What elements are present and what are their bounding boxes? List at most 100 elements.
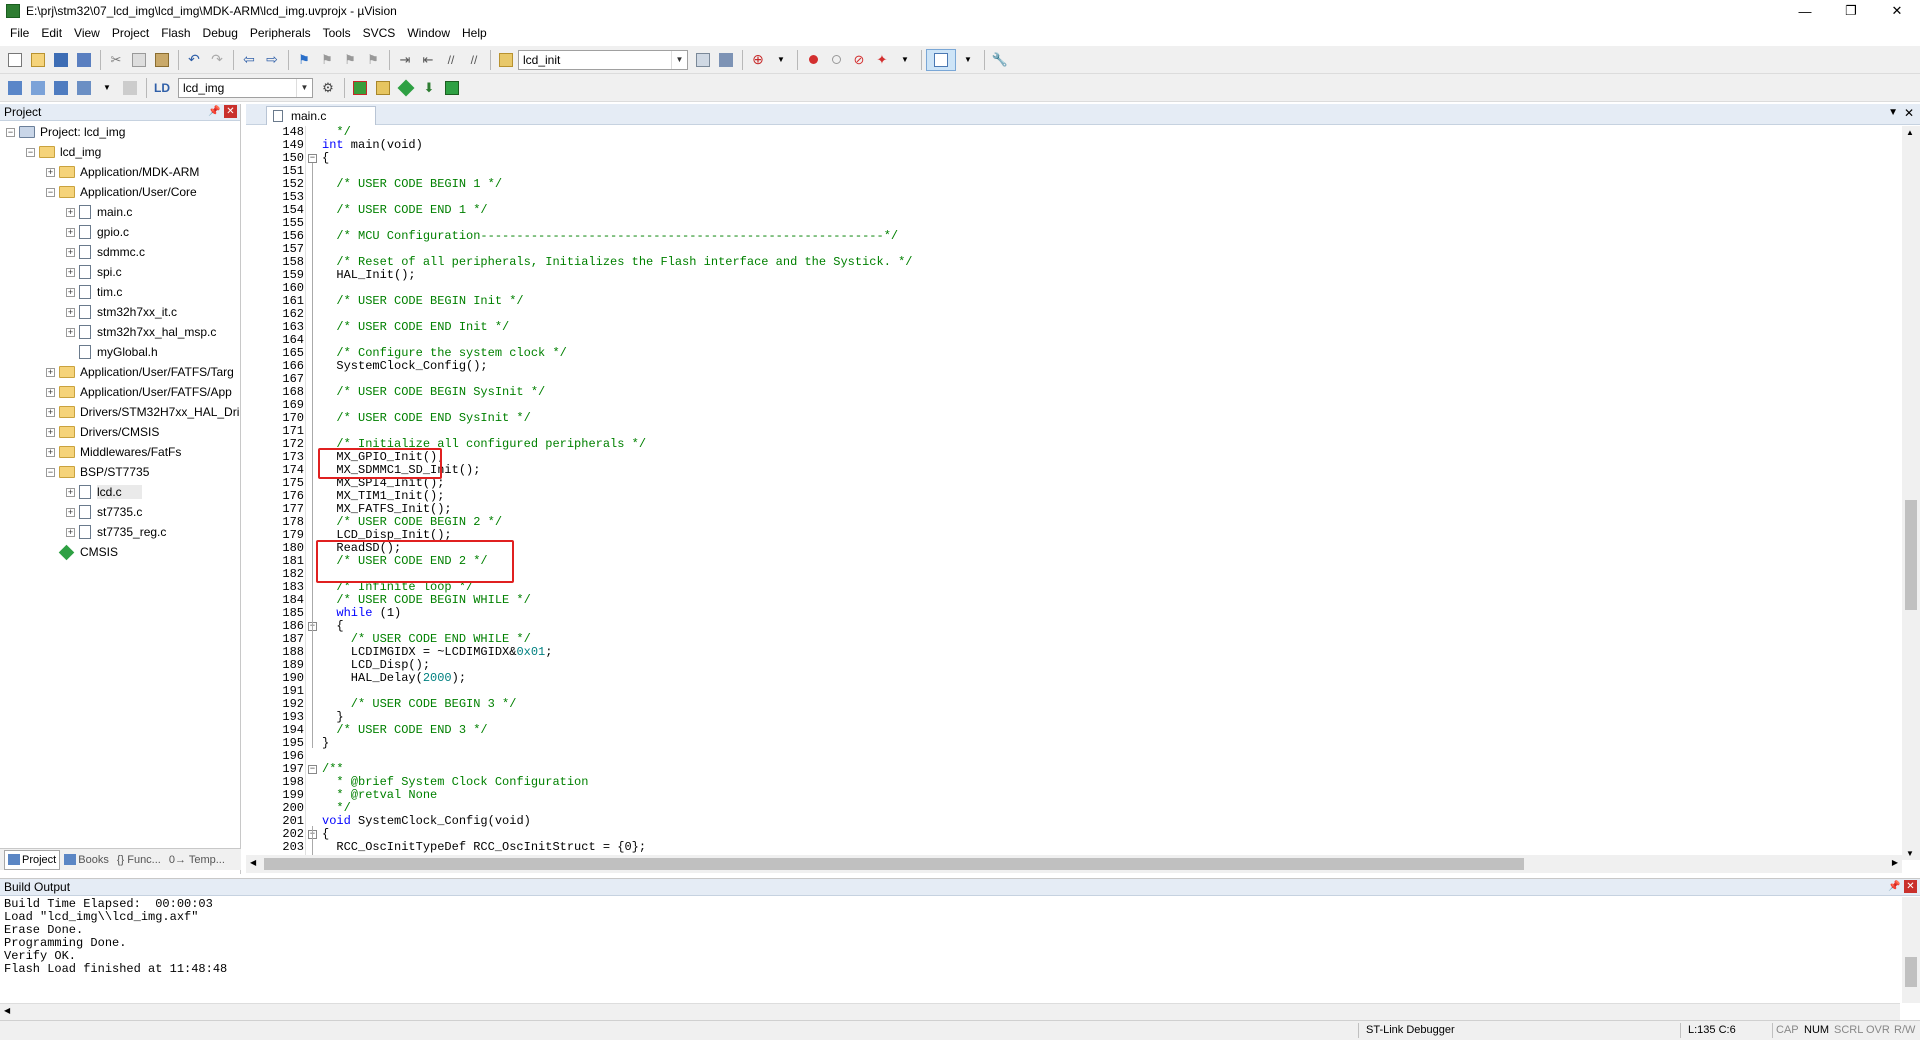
pin-icon[interactable]: 📌	[208, 105, 220, 118]
tree-item[interactable]: − lcd_img	[26, 142, 121, 162]
tree-item[interactable]: − BSP/ST7735	[46, 462, 169, 482]
tree-item[interactable]: + stm32h7xx_hal_msp.c	[66, 322, 236, 342]
pack-installer-icon[interactable]: ⬇	[418, 77, 440, 99]
stop-build-icon[interactable]	[119, 77, 141, 99]
incremental-find-icon[interactable]	[715, 49, 737, 71]
tab-project[interactable]: Project	[4, 849, 61, 870]
fold-toggle-icon[interactable]: −	[308, 765, 317, 774]
expand-icon[interactable]: +	[66, 227, 75, 237]
chevron-down-icon[interactable]: ▼	[671, 50, 687, 69]
fold-toggle-icon[interactable]: −	[308, 154, 317, 163]
tree-item[interactable]: + main.c	[66, 202, 152, 222]
collapse-icon[interactable]: −	[46, 187, 55, 197]
scrollbar-thumb[interactable]	[1905, 957, 1917, 987]
disable-breakpoints-icon[interactable]: ⊘	[848, 49, 870, 71]
expand-icon[interactable]: +	[66, 507, 75, 517]
menu-tools[interactable]: Tools	[317, 22, 357, 44]
cut-icon[interactable]: ✂	[105, 49, 127, 71]
expand-icon[interactable]: +	[46, 167, 55, 177]
expand-icon[interactable]: +	[66, 487, 75, 497]
horizontal-scrollbar[interactable]: ◀ ▶	[246, 855, 1902, 873]
tab-functions[interactable]: {} Func...	[113, 850, 165, 870]
download-icon[interactable]: LD	[151, 77, 173, 99]
find-icon[interactable]	[692, 49, 714, 71]
expand-icon[interactable]: +	[66, 307, 75, 317]
comment-icon[interactable]: //	[440, 49, 462, 71]
open-file-icon[interactable]	[27, 49, 49, 71]
collapse-icon[interactable]: −	[26, 147, 35, 157]
navigate-back-icon[interactable]: ⇦	[238, 49, 260, 71]
expand-icon[interactable]: +	[66, 267, 75, 277]
uncomment-icon[interactable]: //	[463, 49, 485, 71]
build-icon[interactable]	[27, 77, 49, 99]
menu-file[interactable]: File	[4, 22, 35, 44]
undo-icon[interactable]: ↶	[183, 49, 205, 71]
paste-icon[interactable]	[151, 49, 173, 71]
scrollbar-thumb[interactable]	[264, 858, 1524, 870]
tree-item[interactable]: + stm32h7xx_it.c	[66, 302, 197, 322]
menu-help[interactable]: Help	[456, 22, 493, 44]
navigate-forward-icon[interactable]: ⇨	[261, 49, 283, 71]
expand-icon[interactable]: +	[66, 287, 75, 297]
tree-item[interactable]: myGlobal.h	[66, 342, 178, 362]
horizontal-scrollbar[interactable]: ◀	[0, 1003, 1900, 1020]
scroll-left-icon[interactable]: ◀	[250, 858, 256, 867]
pin-icon[interactable]: 📌	[1888, 880, 1900, 893]
maximize-button[interactable]: ❐	[1828, 0, 1874, 22]
tree-item[interactable]: + Application/User/FATFS/App	[46, 382, 240, 402]
tab-list-icon[interactable]: ▼	[1888, 107, 1898, 118]
save-icon[interactable]	[50, 49, 72, 71]
vertical-scrollbar[interactable]: ▲ ▼	[1902, 126, 1920, 860]
expand-icon[interactable]: +	[66, 247, 75, 257]
window-layout-icon[interactable]	[926, 48, 956, 71]
insert-breakpoint-icon[interactable]	[802, 49, 824, 71]
expand-icon[interactable]: +	[46, 447, 55, 457]
tree-item[interactable]: + sdmmc.c	[66, 242, 165, 262]
scroll-up-icon[interactable]: ▲	[1906, 128, 1914, 137]
scroll-down-icon[interactable]: ▼	[1906, 849, 1914, 858]
scroll-left-icon[interactable]: ◀	[4, 1006, 10, 1015]
expand-icon[interactable]: +	[46, 407, 55, 417]
batch-build-icon[interactable]	[73, 77, 95, 99]
tree-item[interactable]: − Project: lcd_img	[6, 122, 145, 142]
close-button[interactable]: ✕	[1874, 0, 1920, 22]
tree-item[interactable]: + st7735_reg.c	[66, 522, 186, 542]
code-editor[interactable]: 148 */149 int main(void) 150−{151 152 /* US…	[246, 126, 1902, 860]
tree-item[interactable]: − Application/User/Core	[46, 182, 217, 202]
save-all-icon[interactable]	[73, 49, 95, 71]
menu-svcs[interactable]: SVCS	[357, 22, 402, 44]
bookmark-clear-icon[interactable]: ⚑	[362, 49, 384, 71]
scrollbar-thumb[interactable]	[1905, 500, 1917, 610]
copy-icon[interactable]	[128, 49, 150, 71]
menu-project[interactable]: Project	[106, 22, 155, 44]
menu-debug[interactable]: Debug	[197, 22, 244, 44]
build-output-text[interactable]: Build Time Elapsed: 00:00:03 Load "lcd_im…	[4, 898, 227, 976]
tree-item[interactable]: CMSIS	[46, 542, 138, 562]
target-combo[interactable]: lcd_img ▼	[178, 77, 313, 98]
tab-books[interactable]: Books	[60, 850, 113, 870]
tree-item[interactable]: + gpio.c	[66, 222, 149, 242]
tree-item[interactable]: + spi.c	[66, 262, 142, 282]
redo-icon[interactable]: ↷	[206, 49, 228, 71]
menu-edit[interactable]: Edit	[35, 22, 68, 44]
chevron-down-icon[interactable]: ▼	[957, 49, 979, 71]
collapse-icon[interactable]: −	[46, 467, 55, 477]
tree-item[interactable]: + lcd.c	[66, 482, 142, 502]
kill-breakpoints-icon[interactable]: ✦	[871, 49, 893, 71]
menu-view[interactable]: View	[68, 22, 106, 44]
translate-icon[interactable]	[4, 77, 26, 99]
enable-breakpoint-icon[interactable]	[825, 49, 847, 71]
minimize-button[interactable]: —	[1782, 0, 1828, 22]
tree-item[interactable]: + tim.c	[66, 282, 142, 302]
expand-icon[interactable]: +	[66, 527, 75, 537]
close-icon[interactable]: ✕	[224, 105, 237, 118]
file-extensions-icon[interactable]	[372, 77, 394, 99]
chevron-down-icon[interactable]: ▼	[296, 78, 312, 97]
indent-icon[interactable]: ⇥	[394, 49, 416, 71]
collapse-icon[interactable]: −	[6, 127, 15, 137]
expand-icon[interactable]: +	[66, 327, 75, 337]
expand-icon[interactable]: +	[46, 387, 55, 397]
expand-icon[interactable]: +	[66, 207, 75, 217]
rebuild-icon[interactable]	[50, 77, 72, 99]
tree-item[interactable]: + Application/MDK-ARM	[46, 162, 219, 182]
